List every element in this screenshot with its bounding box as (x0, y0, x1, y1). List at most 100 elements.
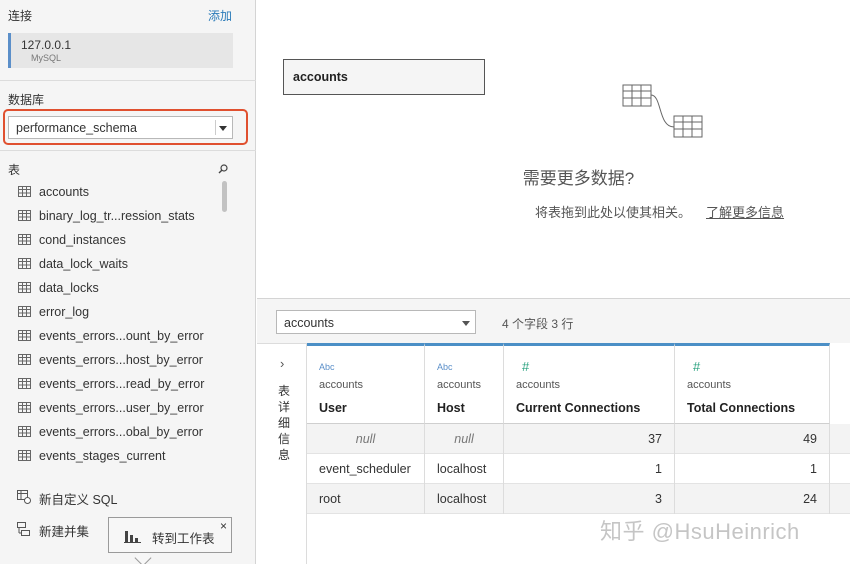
sidebar-divider (0, 80, 256, 81)
table-list-item[interactable]: data_locks (0, 276, 225, 300)
join-canvas[interactable]: accounts 需要更多数据? 将表拖到此处以使其相关。 了解更多信息 (257, 0, 850, 298)
column-name: Total Connections (687, 401, 796, 415)
close-icon[interactable]: × (220, 519, 227, 533)
column-name: Current Connections (516, 401, 641, 415)
table-cell: localhost (425, 484, 504, 514)
search-icon[interactable] (218, 163, 228, 177)
table-cell: 1 (675, 454, 830, 484)
table-name: data_locks (39, 281, 99, 295)
table-icon (18, 450, 31, 464)
table-icon (18, 234, 31, 248)
learn-more-link[interactable]: 了解更多信息 (706, 202, 784, 221)
column-header-user[interactable]: Abc accounts User (307, 343, 425, 424)
table-icon (18, 330, 31, 344)
union-icon (17, 522, 31, 539)
connection-type: MySQL (31, 53, 62, 63)
table-name: binary_log_tr...ression_stats (39, 209, 195, 223)
new-custom-sql-label: 新自定义 SQL (39, 493, 118, 507)
table-details-label: 表详细信息 (278, 384, 291, 462)
table-cell: 49 (675, 424, 830, 454)
string-type-icon[interactable]: Abc (319, 362, 335, 372)
chevron-down-icon (462, 321, 470, 326)
column-source: accounts (687, 379, 732, 391)
preview-table-select-value: accounts (284, 316, 335, 330)
table-row: event_scheduler localhost 1 1 (307, 454, 850, 484)
table-cell: event_scheduler (307, 454, 425, 484)
column-source: accounts (516, 379, 561, 391)
table-cell: null (307, 424, 425, 454)
canvas-table-name: accounts (293, 70, 348, 84)
table-name: data_lock_waits (39, 257, 128, 271)
new-union-label: 新建并集 (39, 525, 90, 539)
column-header-total-connections[interactable]: # accounts Total Connections (675, 343, 830, 424)
table-cell: 37 (504, 424, 675, 454)
connection-item[interactable]: 127.0.0.1 MySQL (8, 33, 233, 68)
table-details-toggle[interactable]: › 表详细信息 (257, 344, 307, 564)
table-list-item[interactable]: events_errors...host_by_error (0, 348, 225, 372)
column-header-current-connections[interactable]: # accounts Current Connections (504, 343, 675, 424)
canvas-table-card[interactable]: accounts (283, 59, 485, 95)
table-list-item[interactable]: events_stages_current (0, 444, 225, 468)
add-connection-link[interactable]: 添加 (208, 7, 232, 24)
table-list-item[interactable]: binary_log_tr...ression_stats (0, 204, 225, 228)
database-header: 数据库 (8, 93, 45, 107)
string-type-icon[interactable]: Abc (437, 362, 453, 372)
custom-sql-icon (17, 490, 31, 507)
number-type-icon[interactable]: # (522, 359, 529, 374)
column-name: Host (437, 401, 465, 415)
column-source: accounts (437, 379, 482, 391)
table-name: error_log (39, 305, 90, 319)
select-separator (215, 120, 216, 135)
table-list-item[interactable]: events_errors...ount_by_error (0, 324, 225, 348)
go-to-worksheet-button[interactable]: 转到工作表 × (108, 517, 232, 553)
database-select-value: performance_schema (16, 121, 137, 135)
table-icon (18, 186, 31, 200)
tables-header: 表 (8, 163, 21, 177)
table-name: events_errors...read_by_error (39, 377, 205, 391)
table-icon (18, 426, 31, 440)
column-name: User (319, 401, 347, 415)
table-row: root localhost 3 24 (307, 484, 850, 514)
table-name: events_stages_current (39, 449, 166, 463)
watermark: 知乎 @HsuHeinrich (600, 519, 800, 544)
table-name: events_errors...host_by_error (39, 353, 203, 367)
table-list-item[interactable]: events_errors...user_by_error (0, 396, 225, 420)
table-icon (18, 378, 31, 392)
table-icon (18, 402, 31, 416)
relationship-illustration-icon (622, 84, 706, 143)
table-icon (18, 210, 31, 224)
need-more-data-description: 将表拖到此处以使其相关。 (535, 205, 692, 220)
table-list-item[interactable]: data_lock_waits (0, 252, 225, 276)
table-icon (18, 306, 31, 320)
column-source: accounts (319, 379, 364, 391)
table-cell: 3 (504, 484, 675, 514)
table-icon (18, 258, 31, 272)
table-list-scrollbar[interactable] (222, 181, 227, 212)
database-select[interactable]: performance_schema (8, 116, 233, 139)
table-icon (18, 354, 31, 368)
table-list-item[interactable]: events_errors...obal_by_error (0, 420, 225, 444)
column-header-host[interactable]: Abc accounts Host (425, 343, 504, 424)
preview-table-select[interactable]: accounts (276, 310, 476, 334)
table-list-item[interactable]: error_log (0, 300, 225, 324)
table-cell: localhost (425, 454, 504, 484)
table-list-item[interactable]: events_errors...read_by_error (0, 372, 225, 396)
table-name: cond_instances (39, 233, 126, 247)
number-type-icon[interactable]: # (693, 359, 700, 374)
table-cell: null (425, 424, 504, 454)
table-list: accounts binary_log_tr...ression_stats c… (0, 180, 225, 468)
table-list-item[interactable]: cond_instances (0, 228, 225, 252)
data-source-sidebar: 连接 添加 127.0.0.1 MySQL 数据库 performance_sc… (0, 0, 256, 564)
table-list-item[interactable]: accounts (0, 180, 225, 204)
connection-host: 127.0.0.1 (21, 38, 72, 52)
table-icon (18, 282, 31, 296)
table-name: accounts (39, 185, 90, 199)
table-name: events_errors...obal_by_error (39, 425, 203, 439)
table-cell: root (307, 484, 425, 514)
new-union-button[interactable]: 新建并集 (0, 518, 120, 540)
table-cell: 1 (504, 454, 675, 484)
field-row-count: 4 个字段 3 行 (502, 317, 574, 331)
new-custom-sql-button[interactable]: 新自定义 SQL (0, 486, 120, 508)
connections-header: 连接 (8, 9, 33, 23)
table-name: events_errors...user_by_error (39, 401, 204, 415)
